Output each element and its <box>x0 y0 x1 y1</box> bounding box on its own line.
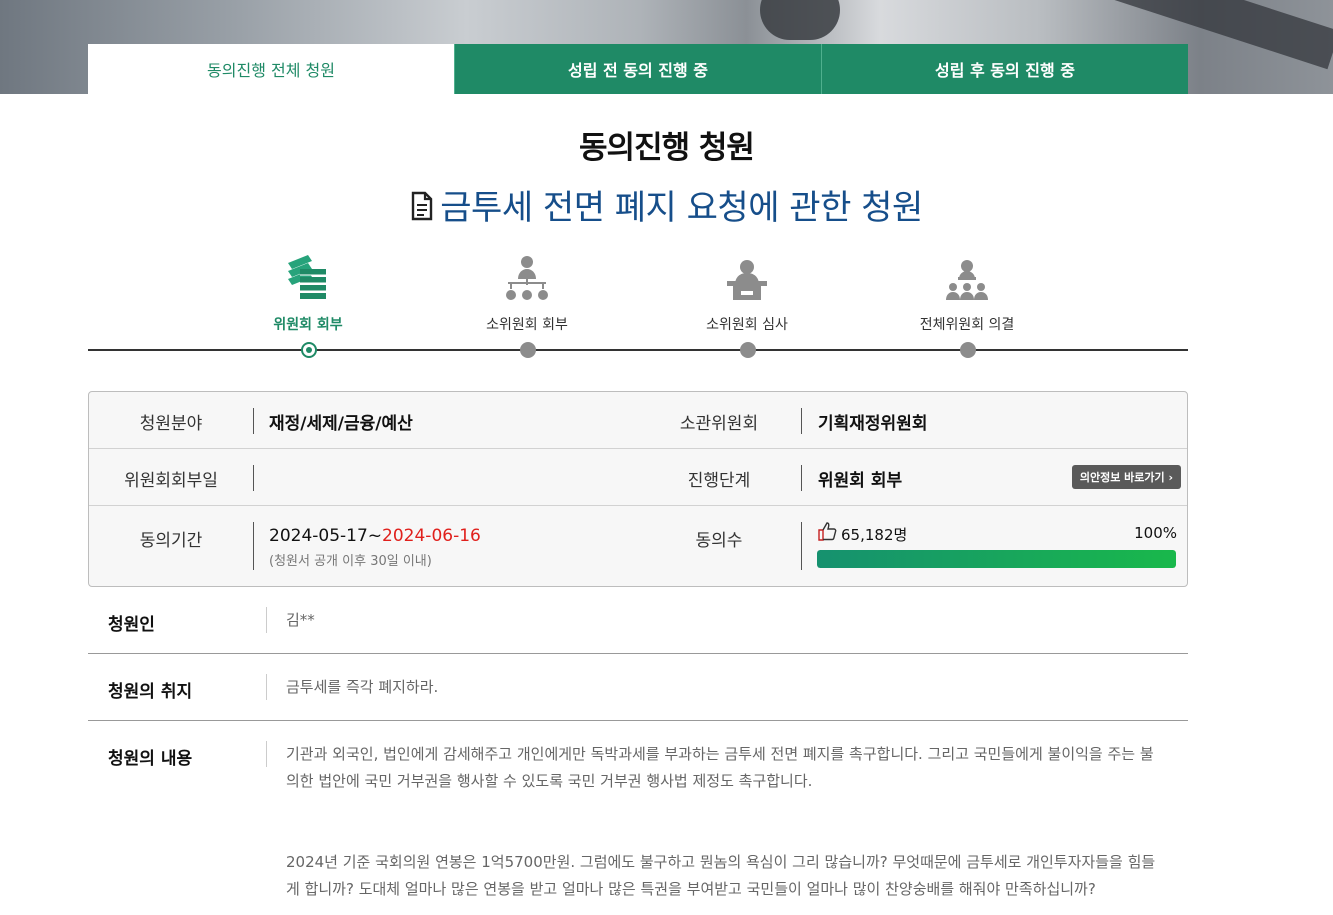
divider <box>266 741 267 767</box>
step-committee-referral: 위원회 회부 <box>228 245 388 334</box>
step-marker <box>520 342 536 358</box>
period-end: 2024-06-16 <box>382 526 481 546</box>
step-label: 위원회 회부 <box>273 317 343 333</box>
petition-info-table: 청원분야 재정/세제/금융/예산 소관위원회 기획재정위원회 위원회회부일 진행… <box>88 391 1188 587</box>
field-value: 재정/세제/금융/예산 <box>269 414 413 434</box>
petitioner-value: 김** <box>286 611 315 629</box>
info-row-field: 청원분야 재정/세제/금융/예산 소관위원회 기획재정위원회 <box>89 392 1187 449</box>
agree-percent: 100% <box>1134 524 1177 542</box>
petitioner-label: 청원인 <box>108 615 155 635</box>
committee-label: 소관위원회 <box>679 414 759 434</box>
referral-date-label: 위원회회부일 <box>124 471 218 491</box>
banner-photo-shape <box>760 0 840 40</box>
divider <box>266 607 267 633</box>
content-paragraph: 2024년 기준 국회의원 연봉은 1억5700만원. 그럼에도 불구하고 뭔놈… <box>286 853 1156 898</box>
info-row-stage: 위원회회부일 진행단계 위원회 회부 의안정보 바로가기 › <box>89 449 1187 506</box>
document-icon <box>410 190 434 230</box>
divider <box>253 408 254 434</box>
petitioner-row: 청원인 김** <box>88 607 1188 653</box>
row-divider <box>88 720 1188 721</box>
divider <box>801 522 802 570</box>
tab-after-establishment[interactable]: 성립 후 동의 진행 중 <box>821 44 1188 94</box>
period-note: (청원서 공개 이후 30일 이내) <box>269 554 432 569</box>
agree-count: 65,182명 <box>841 526 908 544</box>
progress-line <box>88 349 1188 351</box>
step-subcommittee-referral: 소위원회 회부 <box>447 245 607 334</box>
purpose-label: 청원의 취지 <box>108 682 193 702</box>
step-full-committee-vote: 전체위원회 의결 <box>887 245 1047 334</box>
agree-label: 동의수 <box>695 531 743 551</box>
step-subcommittee-review: 소위원회 심사 <box>667 245 827 334</box>
field-label: 청원분야 <box>139 414 203 434</box>
bill-info-button[interactable]: 의안정보 바로가기 › <box>1071 465 1181 489</box>
divider <box>253 465 254 491</box>
step-label: 소위원회 심사 <box>706 317 788 333</box>
step-marker-current <box>301 342 317 358</box>
step-marker <box>960 342 976 358</box>
stage-label: 진행단계 <box>687 471 751 491</box>
purpose-value: 금투세를 즉각 폐지하라. <box>286 678 439 696</box>
assembly-icon <box>887 245 1047 301</box>
content-label: 청원의 내용 <box>108 749 193 769</box>
petition-title: 금투세 전면 폐지 요청에 관한 청원 <box>0 180 1333 230</box>
period-label: 동의기간 <box>139 531 203 551</box>
divider <box>801 465 802 491</box>
committee-value: 기획재정위원회 <box>818 414 928 434</box>
stage-value: 위원회 회부 <box>818 471 903 491</box>
agree-progress-fill <box>817 550 1176 568</box>
row-divider <box>88 653 1188 654</box>
divider <box>801 408 802 434</box>
org-chart-icon <box>447 245 607 301</box>
info-row-period: 동의기간 2024-05-17~2024-06-16 (청원서 공개 이후 30… <box>89 506 1187 586</box>
tab-before-establishment[interactable]: 성립 전 동의 진행 중 <box>454 44 821 94</box>
period-start: 2024-05-17~ <box>269 526 383 546</box>
step-label: 소위원회 회부 <box>486 317 568 333</box>
purpose-row: 청원의 취지 금투세를 즉각 폐지하라. <box>88 674 1188 720</box>
agree-progress-bar <box>817 550 1176 568</box>
podium-speaker-icon <box>667 245 827 301</box>
page-title: 동의진행 청원 <box>579 130 755 166</box>
step-label: 전체위원회 의결 <box>919 317 1015 333</box>
papers-stack-icon <box>228 245 388 301</box>
petition-tabs: 동의진행 전체 청원 성립 전 동의 진행 중 성립 후 동의 진행 중 <box>88 44 1188 94</box>
divider <box>253 522 254 570</box>
content-row: 청원의 내용 기관과 외국인, 법인에게 감세해주고 개인에게만 독박과세를 부… <box>88 741 1188 915</box>
thumbs-up-icon <box>817 521 837 545</box>
period-value: 2024-05-17~2024-06-16 <box>269 526 481 546</box>
tab-all-petitions[interactable]: 동의진행 전체 청원 <box>88 44 454 94</box>
petition-title-text: 금투세 전면 폐지 요청에 관한 청원 <box>440 188 923 228</box>
content-paragraph: 기관과 외국인, 법인에게 감세해주고 개인에게만 독박과세를 부과하는 금투세… <box>286 745 1154 790</box>
divider <box>266 674 267 700</box>
step-marker <box>740 342 756 358</box>
